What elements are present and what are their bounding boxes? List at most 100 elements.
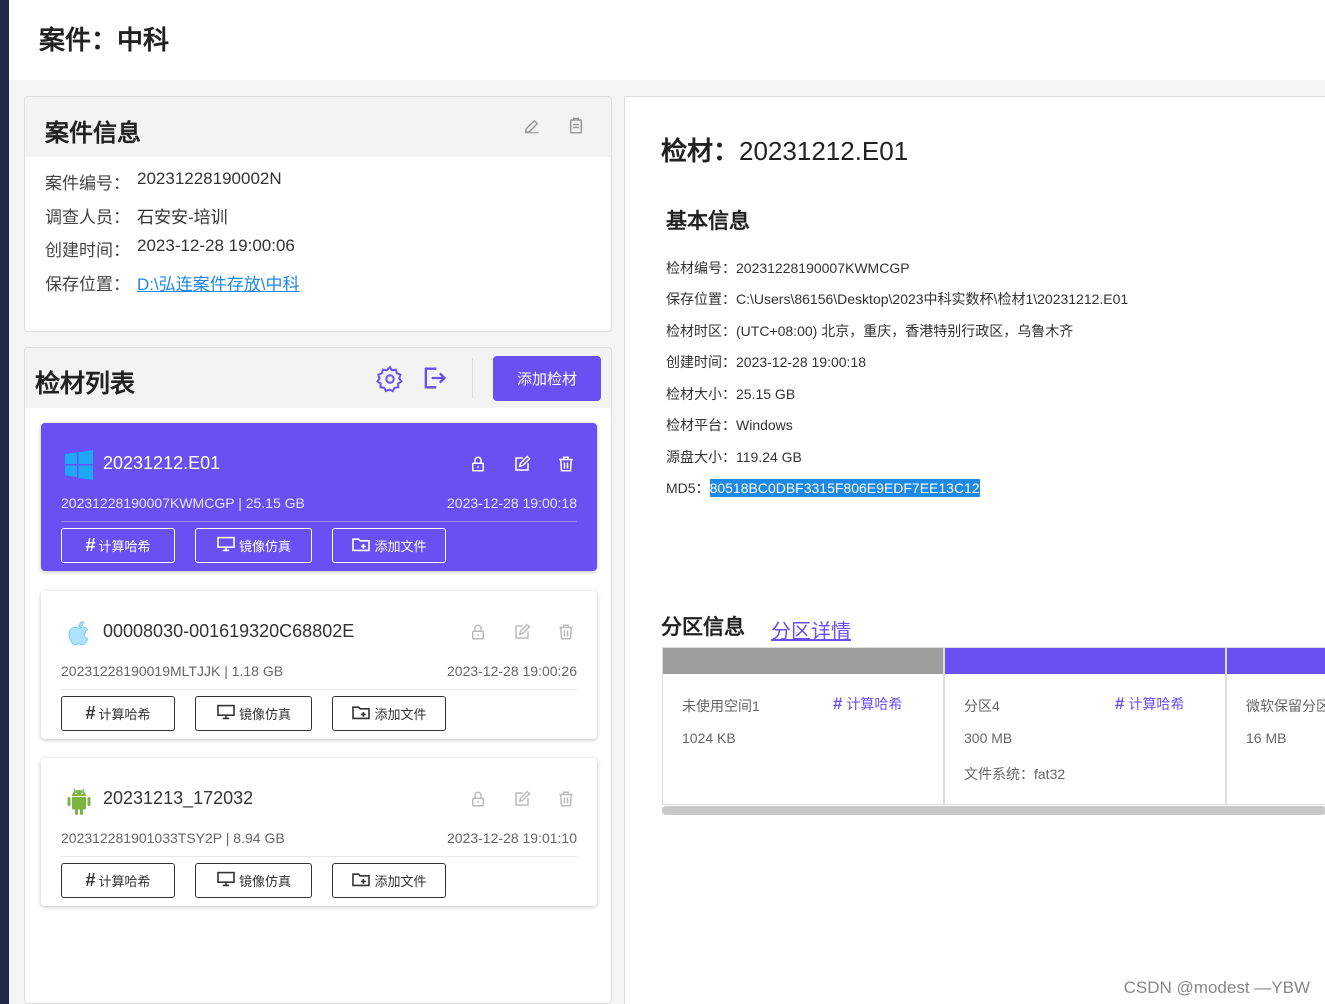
- watermark: CSDN @modest —YBW: [1123, 978, 1310, 997]
- edit-icon[interactable]: [513, 455, 531, 473]
- evidence-name: 20231212.E01: [103, 453, 221, 473]
- detail-row: 检材编号：20231228190007KWMCGP: [666, 258, 910, 278]
- evidence-item[interactable]: 00008030-001619320C68802E 20231228190019…: [41, 591, 597, 739]
- md5-value[interactable]: 80518BC0DBF3315F806E9EDF7EE13C12: [709, 479, 980, 497]
- detail-key: 检材大小：: [666, 386, 736, 402]
- partition-card[interactable]: 未使用空间1 # 计算哈希 1024 KB: [662, 647, 944, 805]
- evidence-list-header: 检材列表 添加检材: [25, 348, 611, 408]
- header-divider: [472, 358, 473, 398]
- hash-icon: #: [85, 703, 96, 723]
- compute-hash-button[interactable]: # 计算哈希: [61, 863, 175, 898]
- detail-row: 创建时间：2023-12-28 19:00:18: [666, 352, 866, 372]
- created-time-value: 2023-12-28 19:00:06: [137, 236, 295, 255]
- item-divider: [61, 521, 577, 522]
- investigator-label: 调查人员：: [45, 208, 130, 227]
- evidence-detail-panel: 检材：20231212.E01 基本信息 检材编号：20231228190007…: [624, 96, 1325, 1004]
- evidence-time: 2023-12-28 19:00:18: [447, 495, 577, 511]
- top-bar: 案件：中科: [9, 0, 1325, 80]
- partition-name: 未使用空间1: [682, 698, 760, 714]
- partition-hash-label: 计算哈希: [1128, 696, 1185, 712]
- evidence-item[interactable]: 20231212.E01 20231228190007KWMCGP | 25.1…: [41, 423, 597, 571]
- partition-bar: [663, 648, 943, 674]
- lock-icon[interactable]: [469, 455, 487, 473]
- mirror-simulation-label: 镜像仿真: [238, 539, 291, 554]
- add-file-button[interactable]: 添加文件: [332, 696, 446, 731]
- add-file-button[interactable]: 添加文件: [332, 863, 446, 898]
- evidence-meta: 20231228190007KWMCGP | 25.15 GB: [61, 495, 305, 511]
- mirror-simulation-button[interactable]: 镜像仿真: [195, 528, 312, 563]
- compute-hash-label: 计算哈希: [98, 539, 151, 554]
- partition-hash-label: 计算哈希: [846, 696, 903, 712]
- detail-key: 检材平台：: [666, 417, 736, 433]
- partition-size: 16 MB: [1246, 730, 1287, 746]
- filesystem-label: 文件系统：: [964, 766, 1034, 782]
- hash-icon: #: [833, 694, 843, 713]
- evidence-title: 检材：20231212.E01: [661, 131, 908, 168]
- detail-value: 20231228190007KWMCGP: [736, 260, 910, 276]
- hash-icon: #: [85, 870, 96, 890]
- save-location-row: 保存位置： D:\弘连案件存放\中科: [45, 270, 299, 295]
- partition-hash-button[interactable]: # 计算哈希: [1115, 694, 1184, 714]
- folder-add-icon: [351, 704, 371, 723]
- left-rail: [0, 0, 9, 1004]
- compute-hash-button[interactable]: # 计算哈希: [61, 528, 175, 563]
- evidence-name: 00008030-001619320C68802E: [103, 621, 355, 641]
- evidence-time: 2023-12-28 19:01:10: [447, 830, 577, 846]
- case-number-label: 案件编号：: [45, 174, 130, 193]
- partition-card[interactable]: 分区4 # 计算哈希 300 MB 文件系统：fat32: [944, 647, 1226, 805]
- add-file-label: 添加文件: [374, 874, 427, 889]
- clipboard-icon[interactable]: [567, 117, 585, 135]
- case-number-row: 案件编号： 20231228190002N: [45, 169, 282, 194]
- detail-key: 检材编号：: [666, 260, 736, 276]
- lock-icon[interactable]: [469, 623, 487, 641]
- evidence-time: 2023-12-28 19:00:26: [447, 663, 577, 679]
- add-evidence-button[interactable]: 添加检材: [493, 356, 601, 401]
- save-location-link[interactable]: D:\弘连案件存放\中科: [137, 270, 299, 295]
- mirror-simulation-button[interactable]: 镜像仿真: [195, 863, 312, 898]
- detail-row: 源盘大小：119.24 GB: [666, 447, 802, 467]
- evidence-meta: 20231228190019MLTJJK | 1.18 GB: [61, 663, 284, 679]
- partition-hash-button[interactable]: # 计算哈希: [833, 694, 902, 714]
- detail-value: (UTC+08:00) 北京，重庆，香港特别行政区，乌鲁木齐: [736, 323, 1074, 339]
- apple-icon: [63, 617, 95, 649]
- lock-icon[interactable]: [469, 790, 487, 808]
- partition-size: 1024 KB: [682, 730, 736, 746]
- hash-icon: #: [85, 535, 96, 555]
- partition-details-link[interactable]: 分区详情: [771, 615, 851, 644]
- detail-row: 保存位置：C:\Users\86156\Desktop\2023中科实数杯\检材…: [666, 289, 1128, 309]
- detail-key: 源盘大小：: [666, 449, 736, 465]
- md5-row: MD5：80518BC0DBF3315F806E9EDF7EE13C12: [666, 478, 980, 498]
- mirror-simulation-button[interactable]: 镜像仿真: [195, 696, 312, 731]
- edit-icon[interactable]: [513, 790, 531, 808]
- item-divider: [61, 689, 577, 690]
- evidence-title-label: 检材：: [661, 136, 740, 166]
- item-divider: [61, 856, 577, 857]
- mirror-simulation-label: 镜像仿真: [238, 707, 291, 722]
- detail-value: C:\Users\86156\Desktop\2023中科实数杯\检材1\202…: [736, 291, 1129, 307]
- compute-hash-button[interactable]: # 计算哈希: [61, 696, 175, 731]
- trash-icon[interactable]: [557, 455, 575, 473]
- detail-key: 保存位置：: [666, 291, 736, 307]
- trash-icon[interactable]: [557, 623, 575, 641]
- export-icon[interactable]: [420, 364, 448, 392]
- compute-hash-label: 计算哈希: [98, 874, 151, 889]
- case-number-value: 20231228190002N: [137, 169, 282, 188]
- add-file-button[interactable]: 添加文件: [332, 528, 446, 563]
- gear-icon[interactable]: [375, 364, 405, 394]
- created-time-row: 创建时间： 2023-12-28 19:00:06: [45, 236, 295, 261]
- partition-card[interactable]: 微软保留分区 16 MB: [1226, 647, 1325, 805]
- edit-icon[interactable]: [523, 117, 541, 135]
- windows-icon: [63, 449, 95, 481]
- partition-size: 300 MB: [964, 730, 1013, 746]
- case-info-header: 案件信息: [25, 97, 611, 157]
- evidence-name: 20231213_172032: [103, 788, 254, 808]
- detail-value: 25.15 GB: [736, 386, 796, 402]
- trash-icon[interactable]: [557, 790, 575, 808]
- horizontal-scrollbar[interactable]: [662, 806, 1325, 815]
- created-time-label: 创建时间：: [45, 241, 130, 260]
- edit-icon[interactable]: [513, 623, 531, 641]
- partition-strip: 未使用空间1 # 计算哈希 1024 KB 分区4 # 计算哈希 300 MB …: [662, 647, 1325, 817]
- investigator-row: 调查人员： 石安安-培训: [45, 203, 228, 228]
- case-info-card: 案件信息 案件编号： 20231228190002N 调查人员： 石安安-培训 …: [24, 96, 612, 332]
- evidence-item[interactable]: 20231213_172032 202312281901033TSY2P | 8…: [41, 758, 597, 906]
